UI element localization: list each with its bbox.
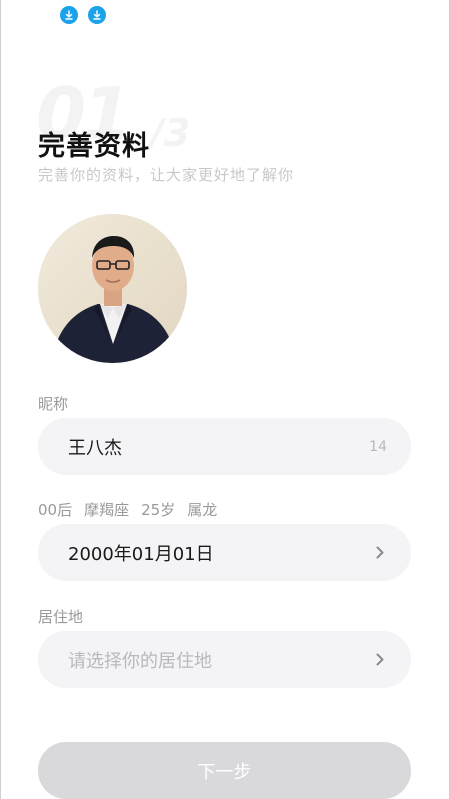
nickname-char-counter: 14: [369, 438, 387, 455]
generation-tag: 00后: [38, 501, 73, 519]
chevron-right-icon: [373, 653, 387, 667]
step-total: /3: [150, 111, 191, 155]
birthday-value: 2000年01月01日: [68, 543, 214, 565]
left-edge: [0, 0, 1, 799]
birthday-tags: 00后 摩羯座 25岁 属龙: [38, 499, 217, 520]
zodiac-tag: 摩羯座: [84, 501, 130, 519]
nickname-field[interactable]: 王八杰 14: [38, 418, 411, 475]
nickname-value[interactable]: 王八杰: [68, 434, 369, 460]
residence-field[interactable]: 请选择你的居住地: [38, 631, 411, 688]
chevron-right-icon: [373, 546, 387, 560]
age-tag: 25岁: [141, 501, 176, 519]
residence-label: 居住地: [38, 608, 84, 626]
download-icon: [60, 6, 78, 24]
status-bar: [60, 6, 106, 26]
residence-placeholder: 请选择你的居住地: [68, 650, 212, 672]
page-subtitle: 完善你的资料，让大家更好地了解你: [38, 166, 295, 184]
next-step-button[interactable]: 下一步: [38, 742, 411, 799]
nickname-label: 昵称: [38, 395, 69, 413]
page-title: 完善资料: [38, 131, 150, 162]
chinese-zodiac-tag: 属龙: [187, 501, 218, 519]
download-icon: [88, 6, 106, 24]
avatar[interactable]: [38, 214, 187, 363]
birthday-field[interactable]: 2000年01月01日: [38, 524, 411, 581]
